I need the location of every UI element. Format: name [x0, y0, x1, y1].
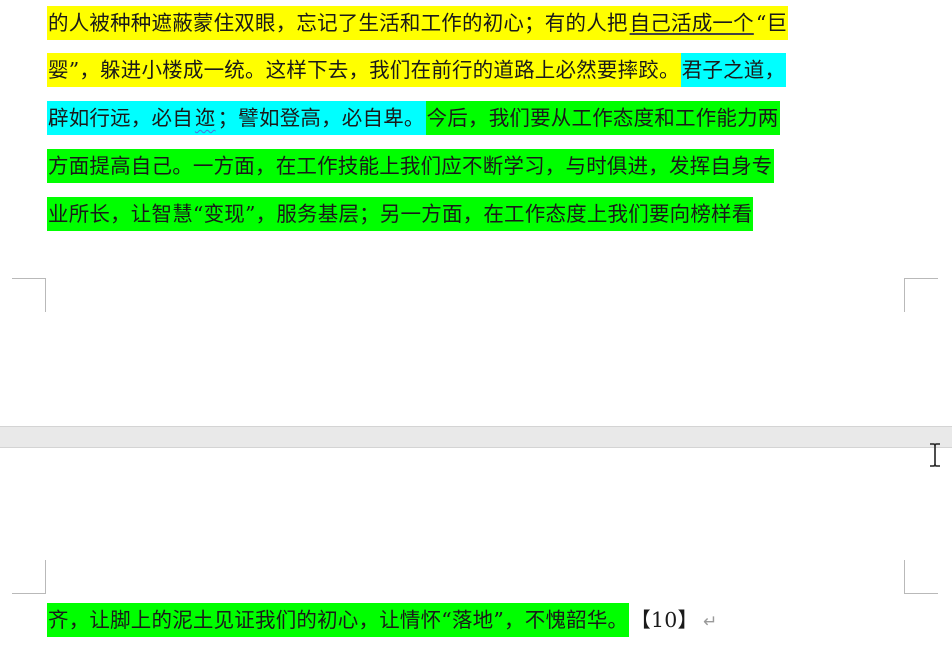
text-line-6[interactable]: 齐，让脚上的泥土见证我们的初心，让情怀“落地”，不愧韶华。【10】 ↵	[47, 603, 718, 637]
text-run-yellow-underlined[interactable]: 自己活成一个	[628, 6, 755, 40]
text-run-yellow[interactable]: 婴”，躲进小楼成一统。这样下去，我们在前行的道路上必然要摔跤。	[47, 53, 681, 87]
text-run-cyan[interactable]: ；譬如登高，必自卑。	[216, 101, 426, 135]
text-run-yellow[interactable]: 的人被种种遮蔽蒙住双眼，忘记了生活和工作的初心；有的人把	[47, 6, 629, 40]
page-margin-corner-top-right	[904, 560, 938, 594]
page-margin-corner-top-left	[12, 560, 46, 594]
text-ibeam-cursor-icon	[930, 443, 940, 467]
text-line-5[interactable]: 业所长，让智慧“变现”，服务基层；另一方面，在工作态度上我们要向榜样看	[47, 197, 754, 231]
text-run-cyan[interactable]: 辟如行远，必自	[47, 101, 194, 135]
text-run-cyan[interactable]: 君子之道，	[680, 53, 787, 87]
document-page-1[interactable]: 的人被种种遮蔽蒙住双眼，忘记了生活和工作的初心；有的人把自己活成一个“巨 婴”，…	[0, 0, 952, 426]
text-run-cyan-spellcheck[interactable]: 迩	[193, 101, 217, 135]
text-line-4[interactable]: 方面提高自己。一方面，在工作技能上我们应不断学习，与时俱进，发挥自身专	[47, 149, 774, 183]
text-line-1[interactable]: 的人被种种遮蔽蒙住双眼，忘记了生活和工作的初心；有的人把自己活成一个“巨	[47, 6, 789, 40]
text-run-plain[interactable]: 【10】	[629, 603, 699, 637]
text-line-2[interactable]: 婴”，躲进小楼成一统。这样下去，我们在前行的道路上必然要摔跤。君子之道，	[47, 53, 787, 87]
page-margin-corner-bottom-right	[904, 278, 938, 312]
text-run-green[interactable]: 方面提高自己。一方面，在工作技能上我们应不断学习，与时俱进，发挥自身专	[47, 149, 774, 183]
text-line-3[interactable]: 辟如行远，必自迩；譬如登高，必自卑。今后，我们要从工作态度和工作能力两	[47, 101, 780, 135]
text-run-green[interactable]: 业所长，让智慧“变现”，服务基层；另一方面，在工作态度上我们要向榜样看	[47, 197, 754, 231]
page-break-gap	[0, 426, 952, 448]
page-margin-corner-bottom-left	[12, 278, 46, 312]
text-run-green[interactable]: 齐，让脚上的泥土见证我们的初心，让情怀“落地”，不愧韶华。	[47, 603, 630, 637]
text-run-green[interactable]: 今后，我们要从工作态度和工作能力两	[425, 101, 780, 135]
paragraph-mark-icon: ↵	[703, 612, 718, 632]
text-run-yellow[interactable]: “巨	[754, 6, 789, 40]
